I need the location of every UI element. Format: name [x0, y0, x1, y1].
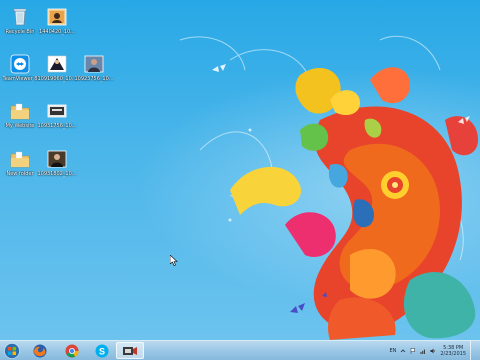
desktop-icon-label: Recycle Bin [5, 29, 35, 35]
desktop-icon-photo-3[interactable]: 10923756_10... [74, 53, 114, 82]
taskbar-firefox-button[interactable] [26, 342, 54, 359]
desktop[interactable]: Recycle Bin 1440420_10... TeamViewer 8 1… [0, 0, 480, 340]
clock-time: 5:38 PM [443, 344, 464, 351]
start-button[interactable] [2, 342, 22, 359]
desktop-icon-label: 10931802_10... [37, 171, 77, 177]
desktop-icon-photo-1[interactable]: 1440420_10... [37, 6, 77, 35]
taskbar-camtasia-button[interactable] [116, 342, 144, 359]
firefox-icon [33, 344, 47, 357]
desktop-icon-recycle-bin[interactable]: Recycle Bin [0, 6, 40, 35]
windows-start-icon [4, 342, 20, 359]
svg-text:S: S [99, 346, 105, 356]
camtasia-icon [123, 346, 137, 355]
show-hidden-icons-icon[interactable] [400, 348, 406, 354]
system-tray: EN 5:38 PM 2/23/2015 [389, 341, 476, 360]
recycle-bin-icon [9, 6, 31, 28]
volume-icon[interactable] [430, 348, 436, 354]
desktop-icon-label: My Website [5, 123, 35, 129]
desktop-icon-label: TeamViewer 8 [2, 76, 38, 82]
taskbar-skype-button[interactable]: S [88, 342, 116, 359]
desktop-icon-photo-4[interactable]: 10931756_10... [37, 100, 77, 129]
desktop-icon-label: 10923756_10... [74, 76, 114, 82]
desktop-icon-photo-2[interactable]: 10919060_10... [37, 53, 77, 82]
taskbar: S EN 5:38 PM 2/23/2015 [0, 340, 480, 360]
desktop-icon-label: New folder [6, 171, 34, 177]
desktop-icon-new-folder[interactable]: New folder [0, 148, 40, 177]
desktop-icon-label: 10919060_10... [37, 76, 77, 82]
show-desktop-button[interactable] [470, 341, 476, 360]
teamviewer-icon [9, 53, 31, 75]
network-icon[interactable] [420, 348, 426, 354]
photo-icon [46, 53, 68, 75]
language-indicator[interactable]: EN [389, 348, 396, 354]
chrome-icon [65, 344, 79, 357]
photo-icon [46, 148, 68, 170]
action-center-flag-icon[interactable] [410, 347, 416, 354]
photo-icon [46, 100, 68, 122]
desktop-icon-label: 1440420_10... [39, 29, 75, 35]
desktop-icon-my-website[interactable]: My Website [0, 100, 40, 129]
mouse-cursor-icon [170, 255, 178, 266]
clock[interactable]: 5:38 PM 2/23/2015 [440, 345, 466, 357]
photo-icon [46, 6, 68, 28]
folder-icon [9, 100, 31, 122]
skype-icon: S [95, 344, 109, 357]
desktop-icon-label: 10931756_10... [37, 123, 77, 129]
desktop-icon-photo-5[interactable]: 10931802_10... [37, 148, 77, 177]
taskbar-chrome-button[interactable] [58, 342, 86, 359]
desktop-icon-teamviewer[interactable]: TeamViewer 8 [0, 53, 40, 82]
clock-date: 2/23/2015 [440, 350, 466, 357]
photo-icon [83, 53, 105, 75]
folder-icon [9, 148, 31, 170]
